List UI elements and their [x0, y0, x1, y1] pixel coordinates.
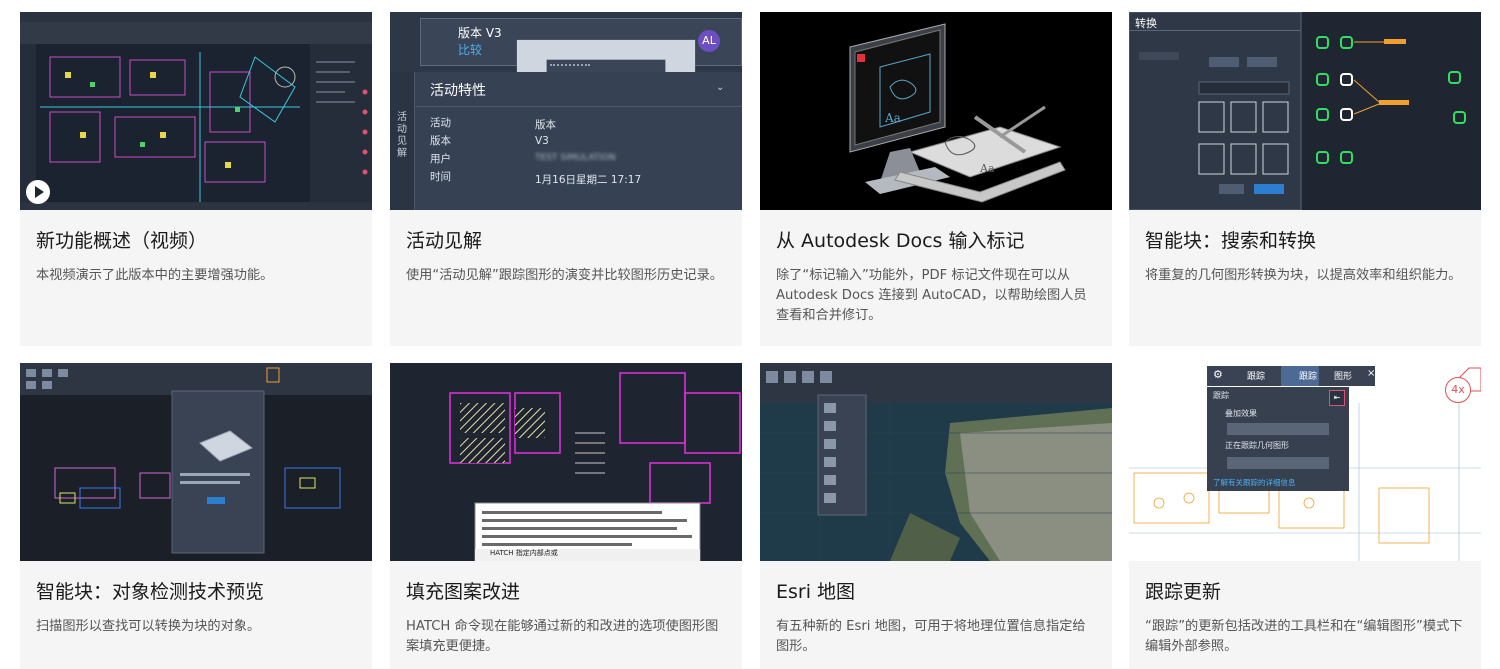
card-activity-insights[interactable]: 版本 V3 比较 AL 活动见解 活动特性 ⌄ 活动 版本 版本 V3 用户 T…: [390, 12, 742, 346]
option-label: 正在跟踪几何图形: [1225, 441, 1289, 450]
card-title[interactable]: 新功能概述（视频）: [36, 228, 356, 254]
esri-map-illustration: [760, 363, 1112, 561]
row-label: 时间: [430, 171, 451, 183]
compare-link[interactable]: 比较: [458, 41, 482, 58]
feature-grid: 新功能概述（视频） 本视频演示了此版本中的主要增强功能。 版本 V3 比较 AL…: [0, 0, 1500, 669]
opacity-slider[interactable]: [1227, 423, 1329, 435]
row-value: 版本: [535, 119, 556, 131]
panel-title: 活动特性: [430, 83, 486, 99]
card-description: 有五种新的 Esri 地图，可用于将地理位置信息指定给图形。: [776, 619, 1086, 654]
card-new-features-video[interactable]: 新功能概述（视频） 本视频演示了此版本中的主要增强功能。: [20, 12, 372, 346]
row-value-blurred: TEST SIMULATION: [535, 153, 616, 163]
dialog-title: 转换: [1135, 17, 1157, 30]
learn-more-link[interactable]: 了解有关跟踪的详细信息: [1213, 477, 1296, 488]
svg-text:Aa: Aa: [884, 111, 901, 125]
option-label: 叠加效果: [1225, 409, 1257, 418]
card-hatch-improvements[interactable]: HATCH 指定内部点或 填充图案改进 HATCH 命令现在能够通过新的和改进的…: [390, 363, 742, 669]
card-title[interactable]: 从 Autodesk Docs 输入标记: [776, 228, 1096, 254]
svg-text:Aa: Aa: [979, 162, 995, 175]
thumbnail-monitor-illustration: Aa Aa: [760, 12, 1112, 210]
card-title[interactable]: 填充图案改进: [406, 579, 726, 605]
convert-dialog-illustration: [1129, 12, 1466, 210]
thumbnail-convert-dialog: 转换: [1129, 12, 1481, 210]
thumbnail-detection-panel: [20, 363, 372, 561]
card-description: 将重复的几何图形转换为块，以提高效率和组织能力。: [1145, 268, 1462, 283]
card-esri-maps[interactable]: Esri 地图 有五种新的 Esri 地图，可用于将地理位置信息指定给图形。: [760, 363, 1112, 669]
tab-trace[interactable]: 跟踪: [1247, 369, 1265, 382]
monitor-illustration: Aa Aa: [849, 23, 1066, 203]
card-title[interactable]: 智能块：对象检测技术预览: [36, 579, 356, 605]
card-title[interactable]: 智能块：搜索和转换: [1145, 228, 1465, 254]
cad-drawing: [20, 12, 372, 210]
row-value: 1月16日星期二 17:17: [535, 174, 642, 186]
zoom-badge: 4x: [1445, 377, 1471, 403]
side-label: 活动见解: [397, 112, 407, 159]
detection-illustration: [20, 363, 372, 554]
card-description: 本视频演示了此版本中的主要增强功能。: [36, 268, 274, 283]
pin-icon[interactable]: ⇤: [1329, 390, 1345, 406]
thumbnail-trace-panel: ⚙ 跟踪 跟踪 图形 × 跟踪 ⇤ 叠加效果 正在跟踪几何图形 了解有关跟踪的详…: [1129, 363, 1481, 561]
card-title[interactable]: Esri 地图: [776, 579, 1096, 605]
thumbnail-cad-floorplan: [20, 12, 372, 210]
tab-drawing-active[interactable]: 跟踪: [1299, 369, 1317, 382]
divider: [415, 106, 742, 107]
card-description: 扫描图形以查找可以转换为块的对象。: [36, 619, 261, 634]
row-label: 用户: [430, 153, 451, 165]
card-smart-blocks-search[interactable]: 转换 智能块：搜索和转换 将重复的几何图形转换为块，以提高效率和组织能力。: [1129, 12, 1481, 346]
card-smart-blocks-detection[interactable]: 智能块：对象检测技术预览 扫描图形以查找可以转换为块的对象。: [20, 363, 372, 669]
trace-panel: [1207, 387, 1349, 491]
play-icon[interactable]: [26, 180, 50, 204]
thumbnail-activity-panel: 版本 V3 比较 AL 活动见解 活动特性 ⌄ 活动 版本 版本 V3 用户 T…: [390, 12, 742, 210]
row-label: 活动: [430, 117, 451, 129]
panel-label: 跟踪: [1213, 391, 1229, 400]
gear-icon[interactable]: ⚙: [1213, 368, 1223, 381]
row-value: V3: [535, 135, 549, 147]
version-title: 版本 V3: [458, 26, 502, 40]
card-title[interactable]: 活动见解: [406, 228, 726, 254]
card-description: 除了“标记输入”功能外，PDF 标记文件现在可以从 Autodesk Docs …: [776, 268, 1087, 323]
card-autodesk-docs-markup[interactable]: Aa Aa 从 Autodesk Docs 输入标记 除了“标记输入”功能外，P…: [760, 12, 1112, 346]
avatar: AL: [698, 30, 720, 52]
row-label: 版本: [430, 135, 451, 147]
drag-handle[interactable]: [550, 64, 590, 68]
thumbnail-hatch: HATCH 指定内部点或: [390, 363, 742, 561]
card-description: 使用“活动见解”跟踪图形的演变并比较图形历史记录。: [406, 268, 723, 283]
settings-icon[interactable]: [395, 192, 409, 206]
close-icon[interactable]: ×: [1367, 368, 1375, 379]
document-icon: [430, 30, 696, 210]
card-title[interactable]: 跟踪更新: [1145, 579, 1465, 605]
opacity-slider[interactable]: [1227, 457, 1329, 469]
tab-drawing[interactable]: 图形: [1334, 369, 1352, 382]
card-description: “跟踪”的更新包括改进的工具栏和在“编辑图形”模式下编辑外部参照。: [1145, 619, 1463, 654]
card-description: HATCH 命令现在能够通过新的和改进的选项使图形图案填充更便捷。: [406, 619, 719, 654]
command-line[interactable]: HATCH 指定内部点或: [490, 548, 558, 558]
card-trace-updates[interactable]: ⚙ 跟踪 跟踪 图形 × 跟踪 ⇤ 叠加效果 正在跟踪几何图形 了解有关跟踪的详…: [1129, 363, 1481, 669]
thumbnail-esri-map: [760, 363, 1112, 561]
hatch-illustration: [449, 372, 741, 561]
chevron-down-icon[interactable]: ⌄: [716, 82, 724, 93]
